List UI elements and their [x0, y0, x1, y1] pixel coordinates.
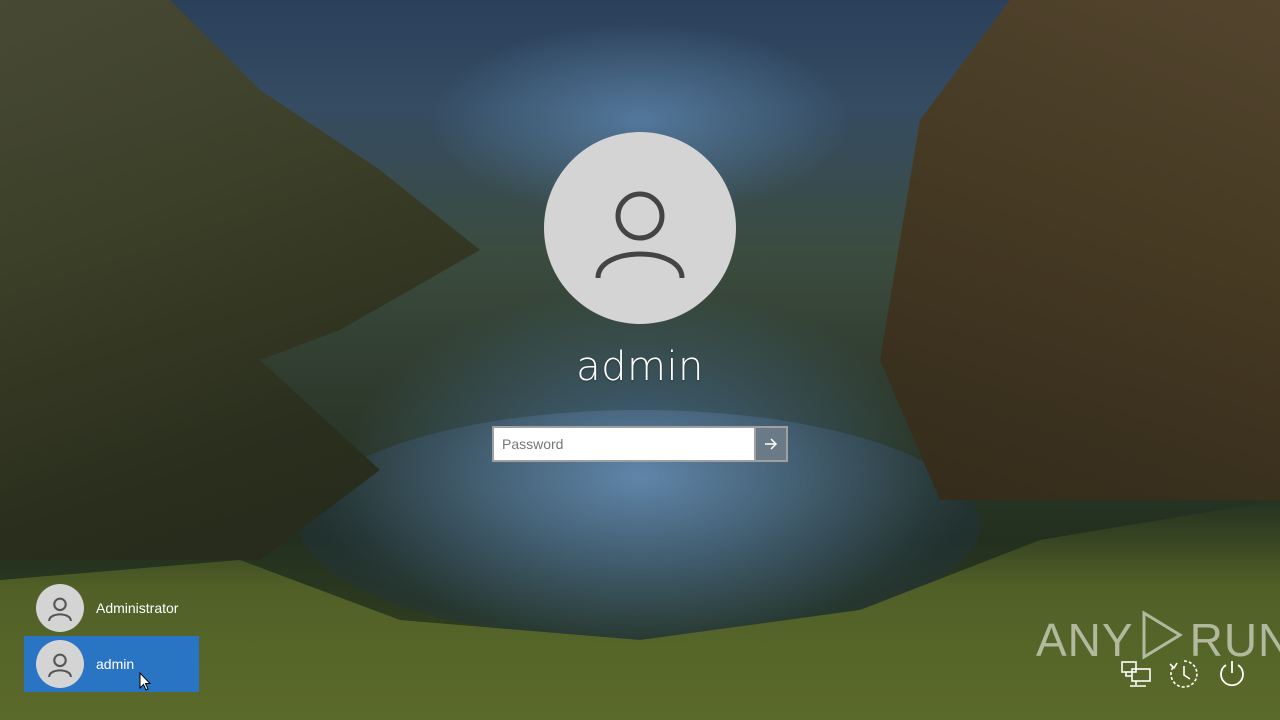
user-icon [48, 597, 72, 621]
user-label: Administrator [96, 600, 179, 616]
arrow-right-icon [765, 438, 778, 450]
user-icon [48, 653, 72, 677]
user-item-admin[interactable]: admin [24, 636, 199, 692]
user-item-administrator[interactable]: Administrator [24, 580, 199, 636]
password-row [492, 426, 788, 462]
network-button[interactable] [1118, 656, 1154, 692]
user-avatar-small [36, 640, 84, 688]
power-button[interactable] [1214, 656, 1250, 692]
user-label: admin [96, 656, 135, 672]
submit-button[interactable] [754, 426, 788, 462]
user-icon [595, 191, 685, 278]
ease-of-access-icon [1169, 660, 1198, 688]
user-avatar-large [544, 132, 736, 324]
power-icon [1220, 661, 1244, 687]
mouse-cursor [139, 671, 152, 692]
network-icon [1121, 661, 1151, 687]
user-avatar-small [36, 584, 84, 632]
password-input[interactable] [492, 426, 754, 462]
current-username: admin [576, 344, 704, 390]
ease-of-access-button[interactable] [1166, 656, 1202, 692]
